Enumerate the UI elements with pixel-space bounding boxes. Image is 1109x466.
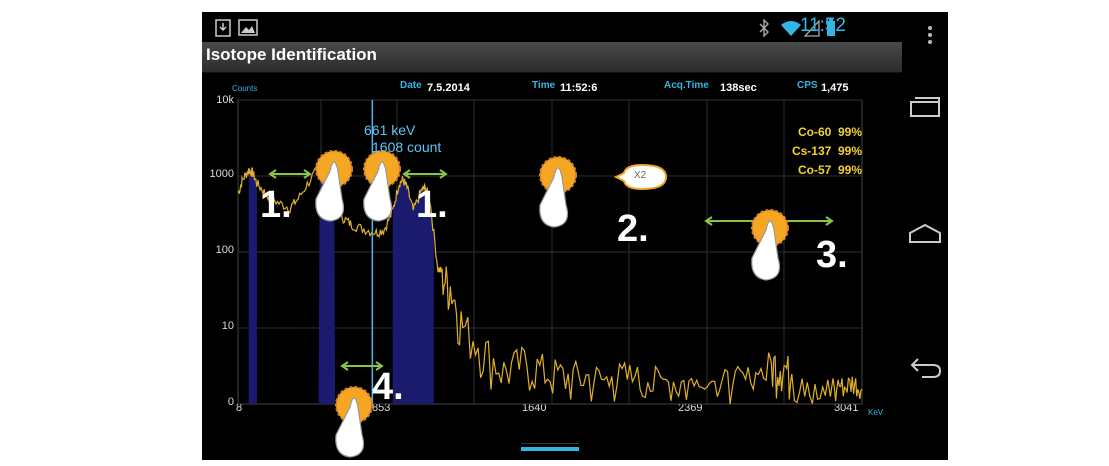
step-2-label: 2. xyxy=(617,208,649,250)
scroll-indicator[interactable] xyxy=(521,447,579,451)
scroll-track xyxy=(521,443,579,444)
roi-fill xyxy=(248,168,257,404)
step-1-label: 1. xyxy=(416,184,448,226)
isotope-co57: Co-57 99% xyxy=(797,163,862,177)
step-1-label: 1. xyxy=(260,184,292,226)
step-4-label: 4. xyxy=(372,366,404,408)
cursor-count-label: 1608 count xyxy=(372,139,442,155)
device-screen: 11:52 Isotope Identification Counts Date… xyxy=(202,12,948,460)
gesture-annotations xyxy=(268,150,834,458)
cursor-energy-label: 661 keV xyxy=(364,122,416,138)
isotope-cs137: Cs-137 99% xyxy=(791,144,862,158)
zoom-factor-label: X2 xyxy=(634,170,647,181)
step-3-label: 3. xyxy=(816,234,848,276)
isotope-co60: Co-60 99% xyxy=(797,125,862,139)
